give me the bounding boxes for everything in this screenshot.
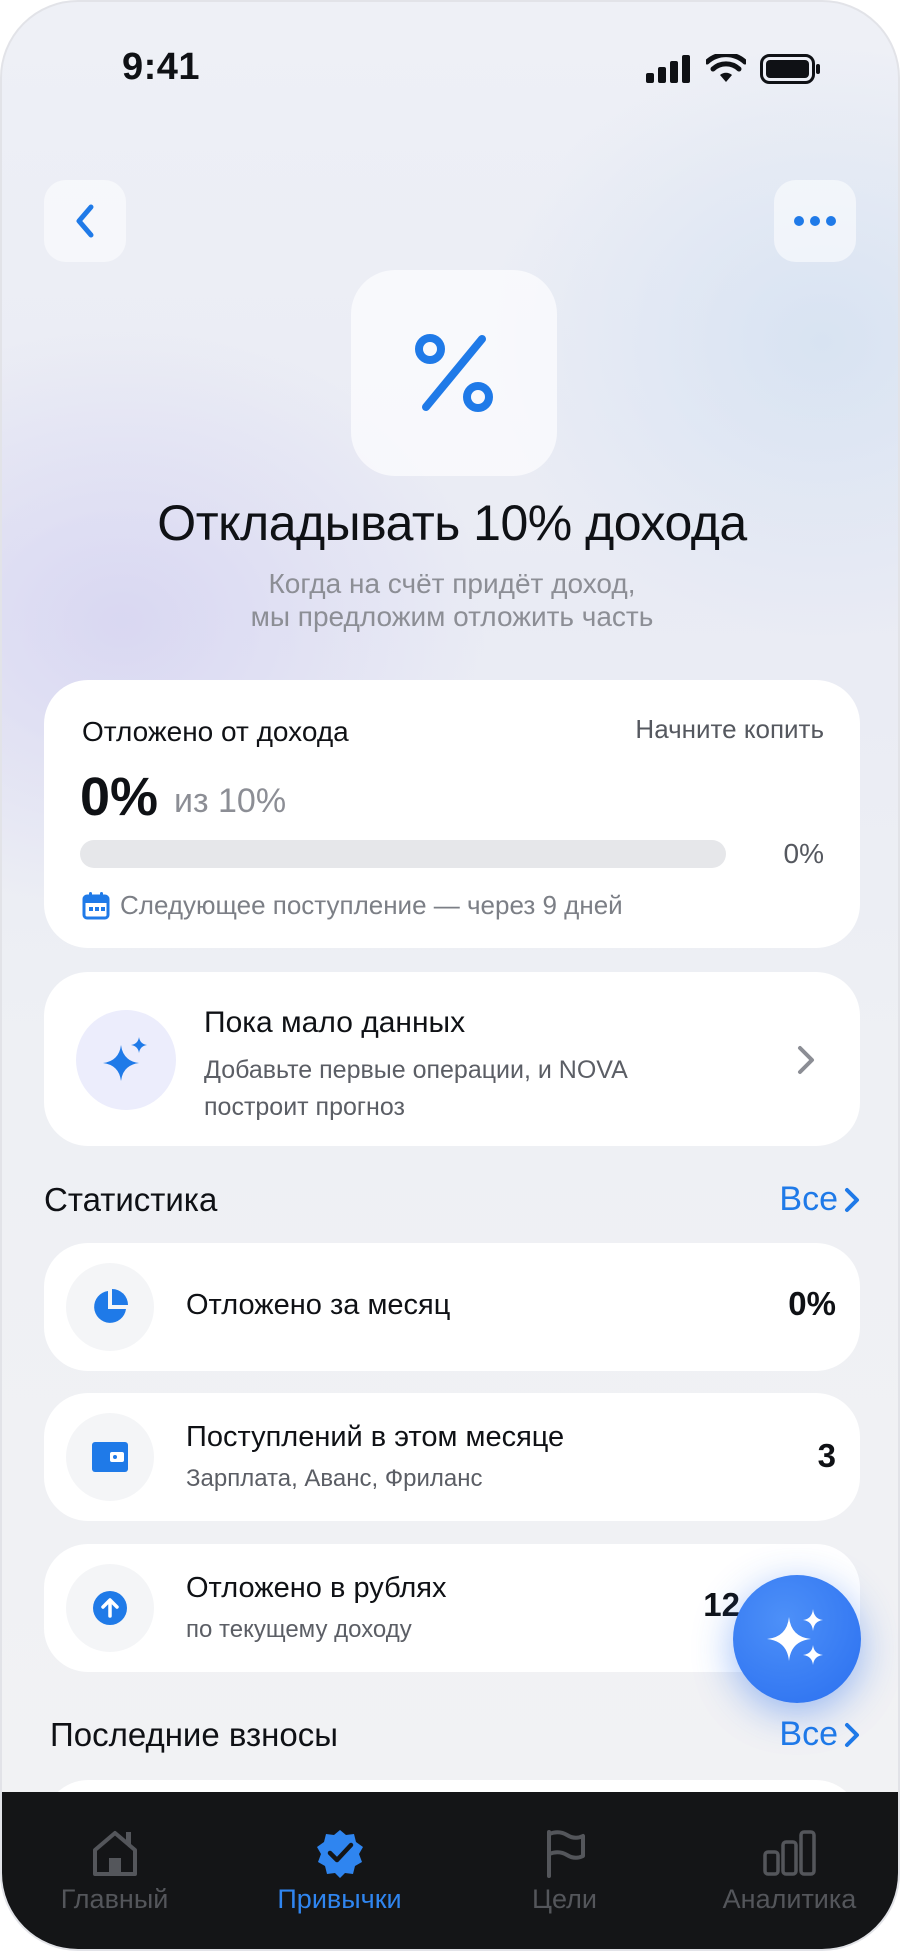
ai-icon-circle — [76, 1010, 176, 1110]
tab-home[interactable]: Главный — [2, 1792, 227, 1949]
statistics-all-link[interactable]: Все — [779, 1180, 860, 1219]
statistics-title: Статистика — [44, 1180, 218, 1218]
stat-title: Поступлений в этом месяце — [186, 1421, 565, 1453]
subtitle-line-2: мы предложим отложить часть — [250, 601, 654, 632]
sparkles-icon — [767, 1609, 823, 1665]
stat-row-saved-month[interactable]: Отложено за месяц 0% — [44, 1243, 860, 1371]
stat-value: 12 — [703, 1586, 740, 1623]
tab-label: Главный — [60, 1884, 169, 1914]
subtitle-line-1: Когда на счёт придёт доход, — [268, 568, 636, 599]
progress-label: Отложено от дохода — [82, 716, 349, 747]
stat-icon-circle — [66, 1413, 154, 1501]
wallet-icon — [92, 1442, 128, 1472]
last-contributions-header: Последние взносы Все — [50, 1715, 860, 1754]
more-button[interactable] — [774, 180, 856, 262]
page-subtitle: Когда на счёт придёт доход, мы предложим… — [2, 567, 898, 633]
battery-icon — [760, 54, 820, 84]
stat-value: 3 — [817, 1437, 836, 1474]
progress-target: из 10% — [174, 782, 287, 820]
progress-card: Отложено от дохода Начните копить 0% из … — [44, 680, 860, 948]
tab-bar: Главный Привычки Цели Аналитика — [2, 1792, 898, 1949]
chevron-right-icon — [845, 1187, 859, 1212]
stat-icon-circle — [66, 1564, 154, 1652]
next-income: Следующее поступление — через 9 дней — [82, 890, 623, 921]
verified-badge-icon — [316, 1830, 363, 1878]
tab-label: Аналитика — [722, 1884, 857, 1914]
sparkles-icon — [103, 1037, 147, 1081]
ai-card-description: Добавьте первые операции, и NOVA построи… — [204, 1056, 627, 1121]
tab-analytics[interactable]: Аналитика — [677, 1792, 898, 1949]
stat-subtitle: по текущему доходу — [186, 1616, 412, 1643]
flag-icon — [546, 1830, 585, 1878]
pie-chart-icon — [94, 1289, 128, 1323]
bar-chart-icon — [762, 1830, 816, 1876]
chevron-right-icon — [845, 1722, 859, 1747]
signal-icon — [646, 55, 690, 83]
stat-row-incomes[interactable]: Поступлений в этом месяце Зарплата, Аван… — [44, 1393, 860, 1521]
last-contributions-title: Последние взносы — [50, 1715, 338, 1753]
more-dots-icon — [794, 216, 836, 226]
tab-label: Привычки — [277, 1884, 402, 1914]
last-contributions-all-label: Все — [779, 1715, 838, 1753]
ai-forecast-card[interactable]: Пока мало данных Добавьте первые операци… — [44, 972, 860, 1146]
calendar-icon — [82, 891, 110, 919]
wifi-icon — [706, 54, 746, 82]
ai-assistant-button[interactable] — [733, 1575, 861, 1703]
stat-title: Отложено в рублях — [186, 1572, 447, 1604]
tab-label: Цели — [532, 1884, 597, 1914]
phone-screen: 9:41 Откладывать 10% дохода Когда на счё… — [0, 0, 900, 1951]
back-button[interactable] — [44, 180, 126, 262]
home-icon — [92, 1831, 137, 1876]
habit-icon-tile — [351, 270, 557, 476]
stat-icon-circle — [66, 1263, 154, 1351]
status-icons — [646, 54, 822, 84]
stat-title: Отложено за месяц — [186, 1289, 451, 1321]
stat-value: 0% — [788, 1285, 836, 1322]
status-time: 9:41 — [122, 46, 201, 88]
progress-percent: 0% — [783, 838, 824, 869]
tab-goals[interactable]: Цели — [452, 1792, 677, 1949]
chevron-left-icon — [76, 204, 94, 238]
progress-bar — [80, 840, 726, 868]
progress-hint: Начните копить — [635, 714, 824, 744]
statistics-all-label: Все — [779, 1180, 838, 1218]
ai-card-title: Пока мало данных — [204, 1006, 466, 1039]
statistics-header: Статистика Все — [44, 1180, 860, 1219]
chevron-right-icon — [798, 1046, 814, 1074]
percent-icon — [415, 334, 493, 412]
stat-subtitle: Зарплата, Аванс, Фриланс — [186, 1465, 483, 1492]
page-title: Откладывать 10% дохода — [157, 495, 747, 551]
arrow-up-circle-icon — [93, 1591, 127, 1625]
next-income-text: Следующее поступление — через 9 дней — [120, 890, 623, 920]
last-contributions-all-link[interactable]: Все — [779, 1715, 860, 1754]
tab-habits[interactable]: Привычки — [227, 1792, 452, 1949]
progress-value: 0% — [80, 767, 159, 827]
